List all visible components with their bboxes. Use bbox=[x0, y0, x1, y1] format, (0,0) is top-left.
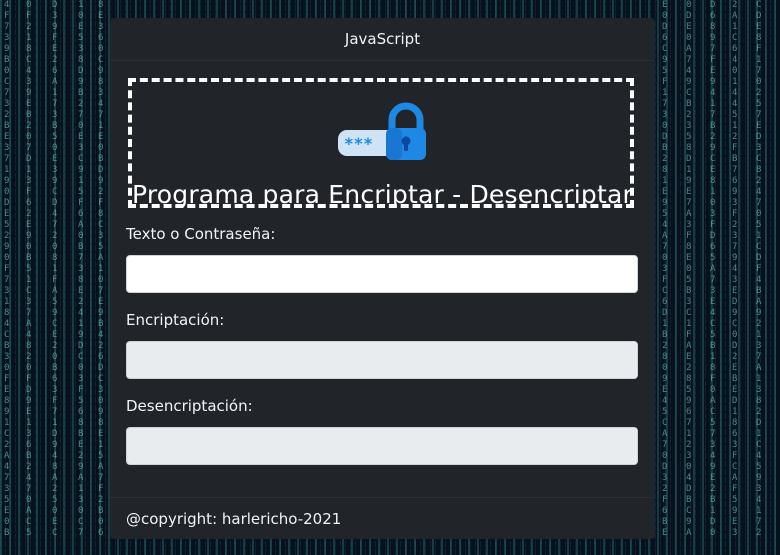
encryption-card: JavaScript *** Programa para Encriptar -… bbox=[110, 18, 655, 539]
copyright-text: @copyright: harlericho-2021 bbox=[126, 509, 342, 528]
header-title: JavaScript bbox=[344, 30, 421, 48]
matrix-column: D 6 8 9 7 F E 9 4 1 7 B 2 9 C E 8 1 0 3 … bbox=[710, 0, 717, 538]
card-header: JavaScript bbox=[110, 18, 655, 61]
matrix-column: C D E 8 F 1 7 0 2 5 7 E D 3 C 8 2 4 7 0 … bbox=[756, 0, 763, 538]
encrypted-output-field[interactable] bbox=[126, 341, 638, 379]
matrix-column: 8 E 3 6 0 C 9 8 3 4 7 1 E 0 B D 9 2 F 8 … bbox=[98, 0, 105, 538]
card-footer: @copyright: harlericho-2021 bbox=[110, 497, 655, 539]
matrix-column: 2 A 1 C 6 4 0 1 4 4 5 1 2 F B 7 6 9 3 F … bbox=[732, 0, 739, 538]
decrypted-output-field[interactable] bbox=[126, 427, 638, 465]
decrypted-label: Desencriptación: bbox=[126, 397, 253, 415]
matrix-column: 1 0 E 5 3 8 D 9 B 2 7 0 E 3 C 9 1 5 F 6 … bbox=[78, 0, 85, 538]
text-or-password-input[interactable] bbox=[126, 255, 638, 293]
matrix-column: D 3 9 F E 2 6 A 1 7 3 B 5 0 E 3 9 C D 4 … bbox=[52, 0, 59, 538]
banner: *** Programa para Encriptar - Desencript… bbox=[128, 78, 634, 209]
matrix-column: 0 F 2 1 8 C 4 3 9 E B 2 0 7 D 1 3 F 6 2 … bbox=[26, 0, 33, 538]
encrypted-label: Encriptación: bbox=[126, 311, 225, 329]
input-text-label: Texto o Contraseña: bbox=[126, 225, 276, 243]
password-lock-icon: *** bbox=[336, 102, 426, 162]
banner-title: Programa para Encriptar - Desencriptar bbox=[132, 180, 633, 209]
matrix-column: E 0 D 6 C 9 5 F 1 7 3 0 D B 2 8 1 E 9 5 … bbox=[662, 0, 669, 538]
matrix-column: 0 D E 0 A 7 4 9 C B 2 3 5 8 D 1 9 E 7 A … bbox=[686, 0, 693, 538]
password-mask-text: *** bbox=[344, 134, 373, 153]
matrix-column: 4 F 7 3 9 B 0 C 7 3 2 B E 3 7 1 9 0 D E … bbox=[4, 0, 11, 538]
